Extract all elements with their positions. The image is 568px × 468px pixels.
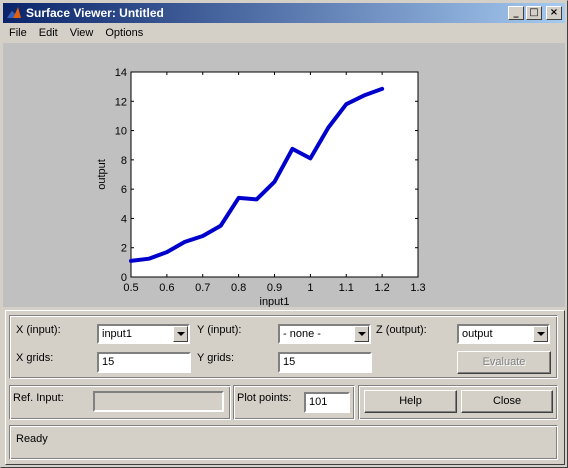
x-input-value: input1 (102, 328, 132, 340)
y-tick-label: 0 (121, 272, 127, 284)
x-input-label: X (input): (16, 324, 61, 336)
chevron-down-icon (354, 326, 369, 342)
x-input-select[interactable]: input1 (97, 324, 190, 344)
y-tick-label: 2 (121, 243, 127, 255)
plot-points-label: Plot points: (237, 392, 292, 404)
x-grids-input[interactable]: 15 (97, 352, 191, 373)
chevron-down-icon (173, 326, 188, 342)
y-tick-label: 6 (121, 184, 127, 196)
plot-area: 0.5 0.6 0.7 0.8 0.9 1 1.1 1.2 1.3 0 2 4 6 8 10 12 14 inpu… (3, 43, 565, 307)
y-grids-label: Y grids: (197, 352, 235, 364)
status-panel (9, 425, 558, 460)
x-tick-label: 0.7 (195, 282, 210, 294)
plot-points-input[interactable]: 101 (304, 392, 350, 413)
y-tick-label: 12 (115, 96, 127, 108)
close-button[interactable]: Close (461, 390, 553, 413)
y-tick-label: 14 (115, 67, 127, 79)
chevron-down-icon (533, 326, 548, 342)
menu-options[interactable]: Options (99, 24, 149, 42)
y-tick-label: 10 (115, 126, 127, 138)
z-output-select[interactable]: output (457, 324, 550, 344)
x-axis-label: input1 (260, 296, 290, 307)
maximize-button[interactable]: □ (526, 6, 542, 20)
close-window-button[interactable]: × (546, 6, 562, 20)
ref-input-label: Ref. Input: (13, 392, 64, 404)
x-tick-label: 0.6 (159, 282, 174, 294)
y-tick-label: 8 (121, 155, 127, 167)
z-output-value: output (462, 328, 493, 340)
y-axis-label: output (96, 159, 108, 190)
surface-viewer-window: Surface Viewer: Untitled _ □ × File Edit… (0, 0, 568, 468)
ref-input-field[interactable] (93, 391, 224, 412)
evaluate-button[interactable]: Evaluate (457, 351, 551, 374)
window-title: Surface Viewer: Untitled (26, 6, 164, 20)
z-output-label: Z (output): (376, 324, 427, 336)
x-tick-label: 0.8 (231, 282, 246, 294)
help-button[interactable]: Help (364, 390, 457, 413)
x-tick-label: 1.2 (374, 282, 389, 294)
x-tick-label: 0.9 (267, 282, 282, 294)
y-grids-input[interactable]: 15 (278, 352, 372, 373)
x-grids-label: X grids: (16, 352, 54, 364)
menu-file[interactable]: File (3, 24, 33, 42)
x-tick-label: 1 (307, 282, 313, 294)
x-tick-label: 1.1 (339, 282, 354, 294)
surface-plot[interactable]: 0.5 0.6 0.7 0.8 0.9 1 1.1 1.2 1.302468101214inpu… (3, 43, 565, 307)
y-tick-label: 4 (121, 213, 127, 225)
y-input-select[interactable]: - none - (278, 324, 371, 344)
x-tick-label: 1.3 (410, 282, 425, 294)
menu-edit[interactable]: Edit (33, 24, 64, 42)
minimize-button[interactable]: _ (508, 6, 524, 20)
menu-bar: File Edit View Options (3, 23, 565, 43)
y-input-label: Y (input): (197, 324, 242, 336)
title-bar[interactable]: Surface Viewer: Untitled _ □ × (3, 3, 565, 23)
status-text: Ready (16, 433, 48, 445)
matlab-logo-icon (6, 5, 22, 21)
y-input-value: - none - (283, 328, 321, 340)
menu-view[interactable]: View (64, 24, 100, 42)
